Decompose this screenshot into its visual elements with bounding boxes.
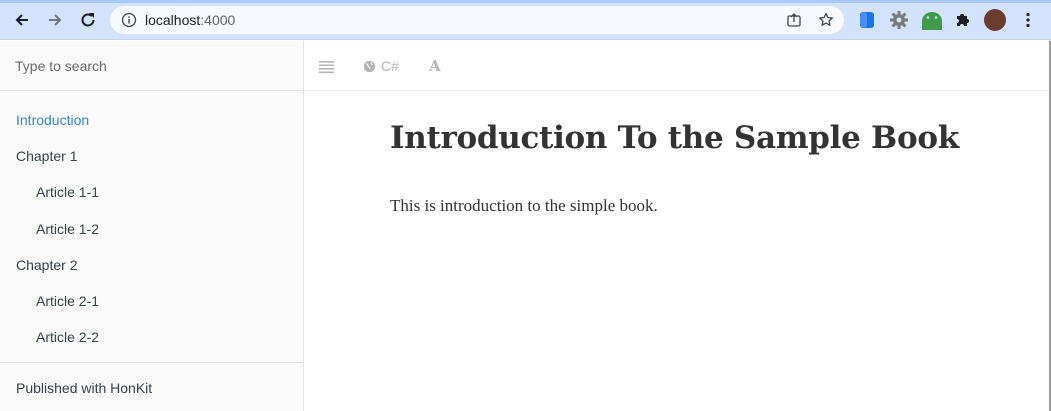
tab-strip-edge — [0, 0, 1051, 3]
reload-button[interactable] — [76, 8, 100, 32]
page-content: Introduction To the Sample Book This is … — [390, 118, 1030, 216]
toc-item-chapter-1[interactable]: Chapter 1 — [0, 138, 303, 174]
toc-item-introduction[interactable]: Introduction — [0, 102, 303, 138]
address-bar[interactable]: localhost:4000 — [110, 6, 844, 34]
toggle-summary-button[interactable] — [319, 56, 334, 76]
toc-item-article-2-1[interactable]: Article 2-1 — [0, 283, 303, 319]
language-button[interactable]: C# — [363, 56, 399, 76]
language-label: C# — [381, 58, 399, 74]
font-settings-icon: A — [429, 57, 441, 75]
blue-extension-icon[interactable] — [856, 9, 878, 31]
globe-icon — [363, 60, 376, 72]
reload-icon — [81, 13, 95, 27]
profile-avatar[interactable] — [984, 9, 1006, 31]
puzzle-icon[interactable] — [952, 9, 974, 31]
toc-item-chapter-2[interactable]: Chapter 2 — [0, 247, 303, 283]
info-icon[interactable] — [121, 12, 137, 28]
toc-item-article-2-2[interactable]: Article 2-2 — [0, 319, 303, 355]
browser-toolbar: localhost:4000 — [0, 0, 1051, 40]
search-input[interactable] — [0, 41, 303, 90]
share-icon[interactable] — [786, 12, 802, 28]
sidebar-divider — [0, 362, 303, 363]
page-title: Introduction To the Sample Book — [390, 120, 959, 156]
font-settings-button[interactable]: A — [429, 56, 441, 76]
android-extension-icon[interactable] — [919, 9, 945, 31]
page-paragraph: This is introduction to the simple book. — [390, 196, 658, 215]
star-icon[interactable] — [818, 12, 834, 28]
arrow-right-icon — [49, 14, 62, 26]
arrow-left-icon — [15, 14, 28, 26]
back-button[interactable] — [10, 8, 34, 32]
gear-extension-icon[interactable] — [888, 9, 910, 31]
url-port: :4000 — [200, 12, 236, 28]
published-with-honkit-link[interactable]: Published with HonKit — [16, 380, 152, 396]
book-header: C# A — [304, 41, 1051, 91]
hamburger-icon — [319, 60, 334, 73]
toc-item-article-1-1[interactable]: Article 1-1 — [0, 174, 303, 210]
search-box — [0, 41, 303, 91]
forward-button[interactable] — [43, 8, 67, 32]
url-host: localhost — [145, 12, 201, 28]
book-summary-sidebar: Introduction Chapter 1 Article 1-1 Artic… — [0, 41, 304, 411]
table-of-contents: Introduction Chapter 1 Article 1-1 Artic… — [0, 102, 303, 355]
toc-item-article-1-2[interactable]: Article 1-2 — [0, 211, 303, 247]
kebab-menu-icon[interactable] — [1017, 9, 1039, 31]
url-text: localhost:4000 — [145, 12, 235, 28]
